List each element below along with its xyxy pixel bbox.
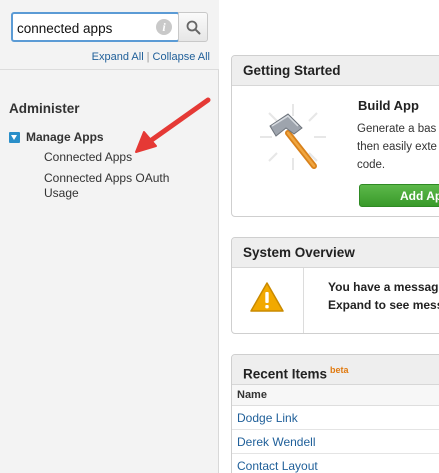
setup-sidebar: i Expand All|Collapse All Administer Man… (0, 0, 219, 473)
quick-find-box[interactable]: i (11, 12, 180, 42)
warning-icon-cell (232, 268, 304, 333)
nav-group-label: Manage Apps (26, 130, 104, 144)
system-overview-panel: System Overview You have a messag Expand… (231, 237, 439, 334)
search-icon (186, 20, 201, 35)
warning-icon (250, 282, 284, 312)
recent-item-link[interactable]: Dodge Link (237, 411, 298, 425)
recent-item-link[interactable]: Contact Layout (237, 459, 318, 473)
quick-find-input[interactable] (17, 18, 151, 38)
recent-items-title: Recent Items (243, 366, 328, 382)
hammer-icon (260, 104, 326, 170)
message-line: Expand to see mess (328, 298, 439, 312)
panel-title: Recent Items beta (232, 355, 439, 385)
description-line: code. (357, 159, 386, 171)
nav-item-connected-apps[interactable]: Connected Apps (44, 150, 204, 165)
collapse-all-link[interactable]: Collapse All (153, 51, 210, 63)
table-row: Contact Layout (232, 454, 439, 473)
section-title-administer: Administer (9, 101, 80, 116)
link-separator: | (146, 51, 150, 63)
info-icon[interactable]: i (156, 19, 172, 35)
build-app-description: Generate a bas then easily exte code. (357, 120, 439, 174)
nav-group-manage-apps[interactable]: Manage Apps (9, 129, 104, 145)
expand-collapse-links: Expand All | Collapse All (0, 51, 210, 63)
description-line: Generate a bas (357, 123, 437, 135)
column-header-name: Name (232, 385, 439, 406)
system-message: You have a messag Expand to see mess (328, 278, 439, 314)
quick-find-bar: i Expand All|Collapse All (0, 0, 219, 70)
recent-items-panel: Recent Items beta Name Dodge Link Derek W… (231, 354, 439, 473)
add-app-button[interactable]: Add Ap (359, 184, 439, 207)
nav-item-connected-apps-oauth-usage[interactable]: Connected Apps OAuth Usage (44, 171, 204, 201)
panel-title: Getting Started (232, 56, 439, 86)
getting-started-panel: Getting Started Build App Generate a bas… (231, 55, 439, 217)
table-row: Derek Wendell (232, 430, 439, 454)
table-row: Dodge Link (232, 406, 439, 430)
beta-badge: beta (330, 365, 349, 375)
search-button[interactable] (178, 12, 208, 42)
main-content: Getting Started Build App Generate a bas… (220, 0, 439, 473)
panel-title: System Overview (232, 238, 439, 268)
build-app-title: Build App (358, 98, 419, 113)
description-line: then easily exte (357, 141, 437, 153)
collapse-toggle-icon[interactable] (9, 131, 20, 143)
message-line: You have a messag (328, 280, 439, 294)
recent-item-link[interactable]: Derek Wendell (237, 435, 315, 449)
expand-all-link[interactable]: Expand All (92, 51, 144, 63)
